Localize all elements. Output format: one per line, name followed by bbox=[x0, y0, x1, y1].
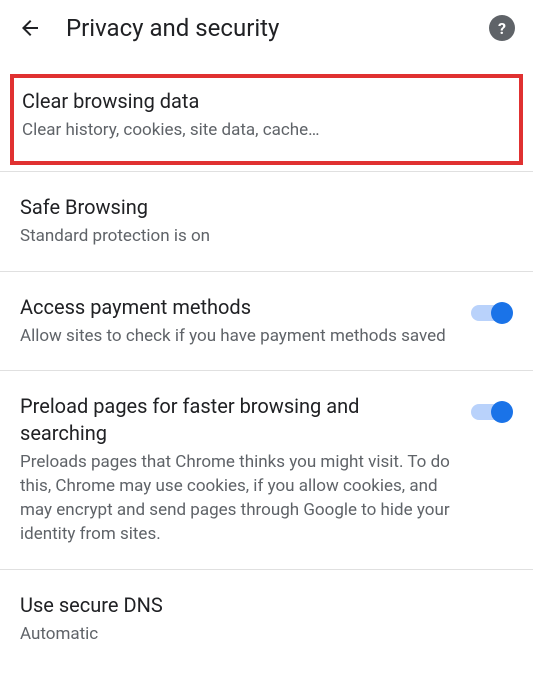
item-title: Preload pages for faster browsing and se… bbox=[20, 393, 451, 447]
item-subtitle: Allow sites to check if you have payment… bbox=[20, 325, 451, 349]
item-title: Safe Browsing bbox=[20, 194, 513, 221]
preload-toggle[interactable] bbox=[471, 401, 513, 423]
back-button[interactable] bbox=[18, 16, 42, 40]
item-subtitle: Standard protection is on bbox=[20, 225, 513, 249]
item-text: Use secure DNS Automatic bbox=[20, 592, 513, 647]
access-payment-methods-item[interactable]: Access payment methods Allow sites to ch… bbox=[0, 272, 533, 371]
item-text: Preload pages for faster browsing and se… bbox=[20, 393, 451, 546]
payment-toggle[interactable] bbox=[471, 302, 513, 324]
item-text: Clear browsing data Clear history, cooki… bbox=[22, 88, 511, 143]
item-text: Safe Browsing Standard protection is on bbox=[20, 194, 513, 249]
item-title: Access payment methods bbox=[20, 294, 451, 321]
use-secure-dns-item[interactable]: Use secure DNS Automatic bbox=[0, 570, 533, 669]
item-subtitle: Clear history, cookies, site data, cache… bbox=[22, 119, 511, 143]
help-button[interactable]: ? bbox=[489, 15, 515, 41]
clear-browsing-data-item[interactable]: Clear browsing data Clear history, cooki… bbox=[22, 88, 511, 143]
safe-browsing-item[interactable]: Safe Browsing Standard protection is on bbox=[0, 172, 533, 271]
arrow-back-icon bbox=[18, 16, 42, 40]
toggle-thumb bbox=[491, 401, 513, 423]
highlight-annotation: Clear browsing data Clear history, cooki… bbox=[10, 74, 523, 165]
item-title: Clear browsing data bbox=[22, 88, 511, 115]
item-title: Use secure DNS bbox=[20, 592, 513, 619]
header: Privacy and security ? bbox=[0, 0, 533, 56]
help-icon: ? bbox=[498, 19, 506, 38]
item-subtitle: Automatic bbox=[20, 623, 513, 647]
item-subtitle: Preloads pages that Chrome thinks you mi… bbox=[20, 451, 451, 546]
page-title: Privacy and security bbox=[66, 14, 465, 42]
item-text: Access payment methods Allow sites to ch… bbox=[20, 294, 451, 349]
toggle-thumb bbox=[491, 302, 513, 324]
preload-pages-item[interactable]: Preload pages for faster browsing and se… bbox=[0, 371, 533, 568]
